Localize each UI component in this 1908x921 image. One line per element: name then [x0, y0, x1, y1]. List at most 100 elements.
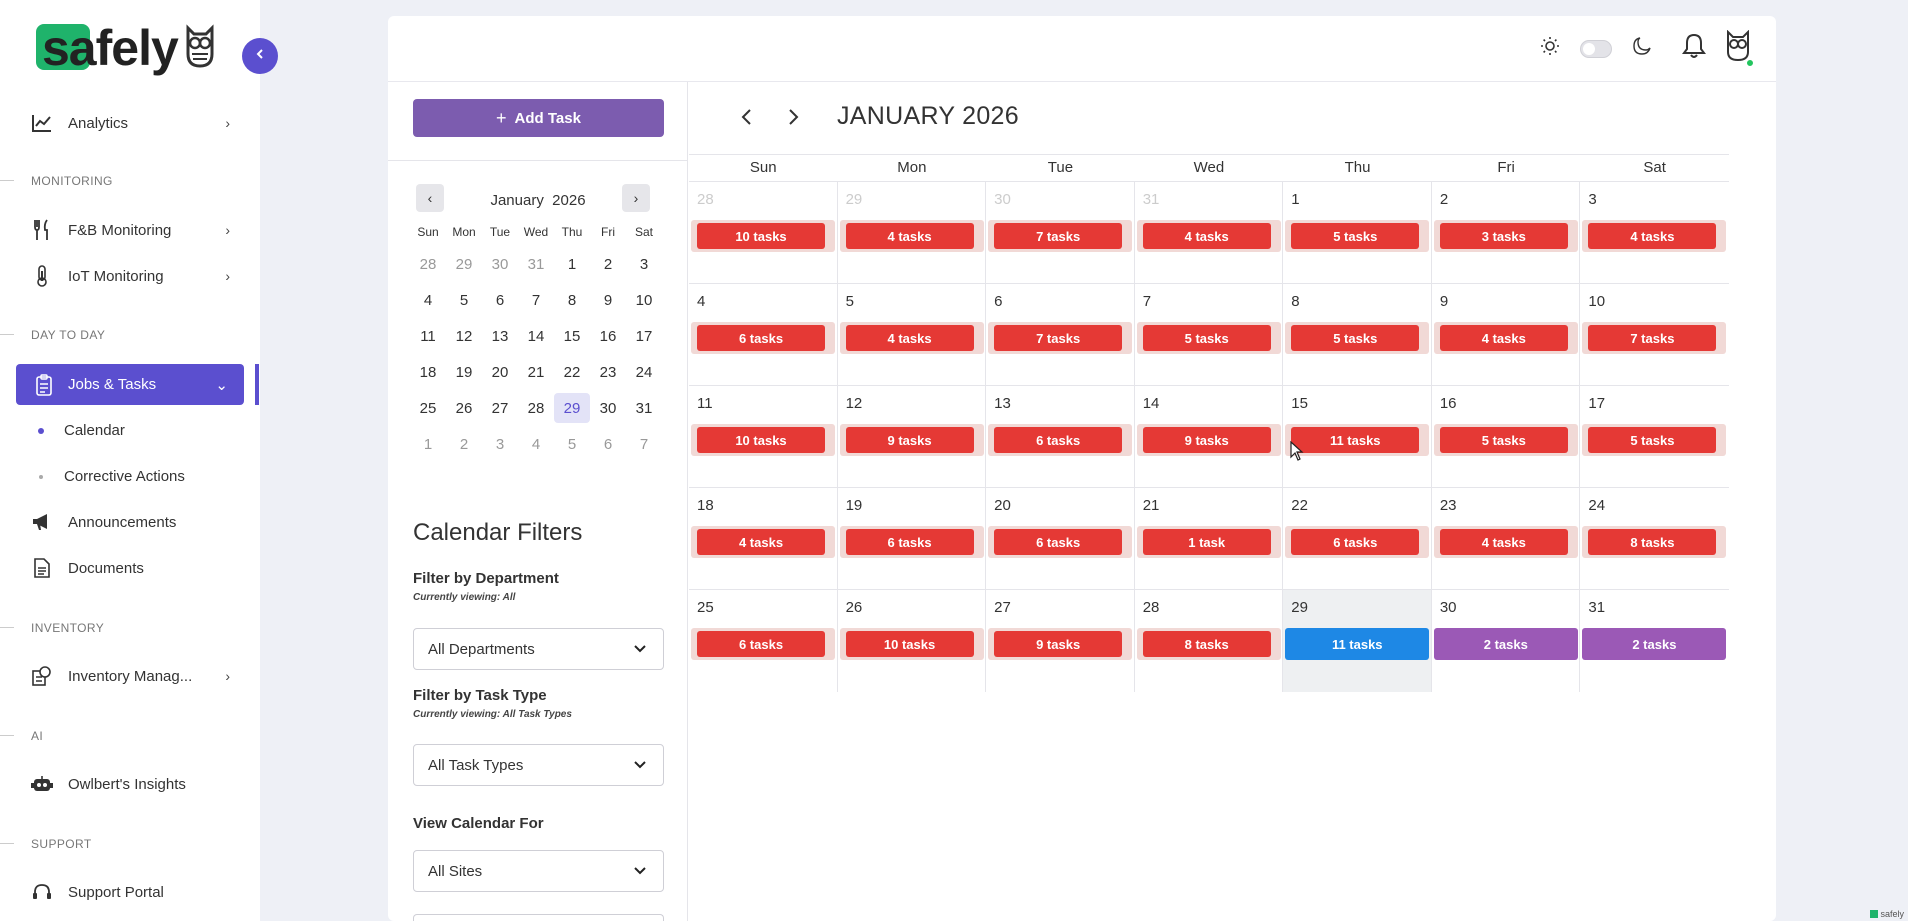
mini-calendar-day[interactable]: 16 [590, 321, 626, 351]
mini-calendar-day[interactable]: 10 [626, 285, 662, 315]
task-count-chip[interactable]: 2 tasks [1582, 628, 1727, 660]
mini-calendar-prev-button[interactable]: ‹ [416, 184, 444, 212]
task-count-chip[interactable]: 11 tasks [1285, 628, 1430, 660]
task-count-chip[interactable]: 5 tasks [1291, 223, 1420, 249]
calendar-day-cell[interactable]: 3 4 tasks [1580, 182, 1729, 284]
mini-calendar-day[interactable]: 6 [590, 429, 626, 459]
mini-calendar-day[interactable]: 29 [554, 393, 590, 423]
task-count-chip[interactable]: 7 tasks [1588, 325, 1717, 351]
calendar-day-cell[interactable]: 4 6 tasks [689, 284, 838, 386]
calendar-day-cell[interactable]: 9 4 tasks [1432, 284, 1581, 386]
sidebar-item-fb-monitoring[interactable]: F&B Monitoring › [30, 216, 230, 244]
task-count-chip[interactable]: 6 tasks [845, 529, 974, 555]
task-count-chip[interactable]: 10 tasks [697, 223, 825, 249]
calendar-day-cell[interactable]: 21 1 task [1135, 488, 1284, 590]
calendar-day-cell[interactable]: 7 5 tasks [1135, 284, 1284, 386]
task-count-chip[interactable]: 5 tasks [1588, 427, 1717, 453]
collapse-sidebar-button[interactable] [242, 38, 278, 74]
task-count-chip[interactable]: 6 tasks [697, 325, 825, 351]
calendar-day-cell[interactable]: 8 5 tasks [1283, 284, 1432, 386]
calendar-day-cell[interactable]: 28 8 tasks [1135, 590, 1284, 692]
mini-calendar-day[interactable]: 2 [446, 429, 482, 459]
mini-calendar-day[interactable]: 22 [554, 357, 590, 387]
task-count-chip[interactable]: 5 tasks [1439, 427, 1568, 453]
task-count-chip[interactable]: 6 tasks [1291, 529, 1420, 555]
mini-calendar-day[interactable]: 3 [482, 429, 518, 459]
mini-calendar-day[interactable]: 26 [446, 393, 482, 423]
mini-calendar-day[interactable]: 28 [518, 393, 554, 423]
task-count-chip[interactable]: 7 tasks [994, 223, 1123, 249]
calendar-day-cell[interactable]: 17 5 tasks [1580, 386, 1729, 488]
calendar-day-cell[interactable]: 10 7 tasks [1580, 284, 1729, 386]
site-select[interactable]: All Sites [413, 850, 664, 892]
mini-calendar-day[interactable]: 7 [518, 285, 554, 315]
mini-calendar-day[interactable]: 21 [518, 357, 554, 387]
calendar-day-cell[interactable]: 1 5 tasks [1283, 182, 1432, 284]
sun-icon[interactable] [1540, 36, 1560, 61]
mini-calendar-day[interactable]: 4 [518, 429, 554, 459]
sidebar-subitem-calendar[interactable]: Calendar [38, 422, 125, 439]
calendar-day-cell[interactable]: 29 11 tasks [1283, 590, 1432, 692]
mini-calendar-day[interactable]: 2 [590, 249, 626, 279]
mini-calendar-day[interactable]: 28 [410, 249, 446, 279]
sidebar-item-owlberts-insights[interactable]: Owlbert's Insights [30, 770, 230, 798]
task-count-chip[interactable]: 6 tasks [994, 427, 1123, 453]
calendar-day-cell[interactable]: 12 9 tasks [838, 386, 987, 488]
calendar-day-cell[interactable]: 19 6 tasks [838, 488, 987, 590]
calendar-day-cell[interactable]: 25 6 tasks [689, 590, 838, 692]
mini-calendar-day[interactable]: 1 [410, 429, 446, 459]
task-count-chip[interactable]: 3 tasks [1439, 223, 1568, 249]
task-count-chip[interactable]: 6 tasks [994, 529, 1123, 555]
task-count-chip[interactable]: 4 tasks [1439, 325, 1568, 351]
calendar-day-cell[interactable]: 20 6 tasks [986, 488, 1135, 590]
task-count-chip[interactable]: 5 tasks [1291, 325, 1420, 351]
mini-calendar-day[interactable]: 14 [518, 321, 554, 351]
sidebar-subitem-corrective-actions[interactable]: Corrective Actions [38, 468, 185, 485]
mini-calendar-day[interactable]: 8 [554, 285, 590, 315]
mini-calendar-day[interactable]: 19 [446, 357, 482, 387]
mini-calendar-day[interactable]: 18 [410, 357, 446, 387]
mini-calendar-day[interactable]: 31 [518, 249, 554, 279]
task-count-chip[interactable]: 2 tasks [1433, 628, 1578, 660]
user-avatar[interactable] [1724, 29, 1754, 67]
task-count-chip[interactable]: 4 tasks [1142, 223, 1271, 249]
mini-calendar-day[interactable]: 20 [482, 357, 518, 387]
task-count-chip[interactable]: 8 tasks [1142, 631, 1271, 657]
calendar-day-cell[interactable]: 22 6 tasks [1283, 488, 1432, 590]
mini-calendar-day[interactable]: 3 [626, 249, 662, 279]
calendar-day-cell[interactable]: 5 4 tasks [838, 284, 987, 386]
mini-calendar-day[interactable]: 25 [410, 393, 446, 423]
calendar-day-cell[interactable]: 30 2 tasks [1432, 590, 1581, 692]
mini-calendar-day[interactable]: 6 [482, 285, 518, 315]
mini-calendar-day[interactable]: 30 [590, 393, 626, 423]
mini-calendar-day[interactable]: 30 [482, 249, 518, 279]
calendar-next-month-button[interactable] [786, 106, 800, 132]
task-count-chip[interactable]: 11 tasks [1291, 427, 1420, 453]
task-type-select[interactable]: All Task Types [413, 744, 664, 786]
calendar-day-cell[interactable]: 29 4 tasks [838, 182, 987, 284]
calendar-day-cell[interactable]: 27 9 tasks [986, 590, 1135, 692]
task-count-chip[interactable]: 4 tasks [1588, 223, 1717, 249]
calendar-day-cell[interactable]: 11 10 tasks [689, 386, 838, 488]
task-count-chip[interactable]: 1 task [1142, 529, 1271, 555]
calendar-day-cell[interactable]: 28 10 tasks [689, 182, 838, 284]
mini-calendar-day[interactable]: 27 [482, 393, 518, 423]
sidebar-item-inventory[interactable]: Inventory Manag... › [30, 662, 230, 690]
task-count-chip[interactable]: 9 tasks [1142, 427, 1271, 453]
task-count-chip[interactable]: 5 tasks [1142, 325, 1271, 351]
sidebar-item-support-portal[interactable]: Support Portal [30, 878, 230, 906]
extra-select[interactable] [413, 914, 664, 921]
calendar-day-cell[interactable]: 24 8 tasks [1580, 488, 1729, 590]
sidebar-item-documents[interactable]: Documents [30, 554, 230, 582]
mini-calendar-day[interactable]: 5 [446, 285, 482, 315]
mini-calendar-day[interactable]: 7 [626, 429, 662, 459]
task-count-chip[interactable]: 10 tasks [845, 631, 974, 657]
mini-calendar-day[interactable]: 29 [446, 249, 482, 279]
mini-calendar-day[interactable]: 31 [626, 393, 662, 423]
task-count-chip[interactable]: 4 tasks [697, 529, 825, 555]
calendar-day-cell[interactable]: 15 11 tasks [1283, 386, 1432, 488]
calendar-day-cell[interactable]: 26 10 tasks [838, 590, 987, 692]
calendar-day-cell[interactable]: 31 4 tasks [1135, 182, 1284, 284]
mini-calendar-day[interactable]: 4 [410, 285, 446, 315]
mini-calendar-day[interactable]: 11 [410, 321, 446, 351]
